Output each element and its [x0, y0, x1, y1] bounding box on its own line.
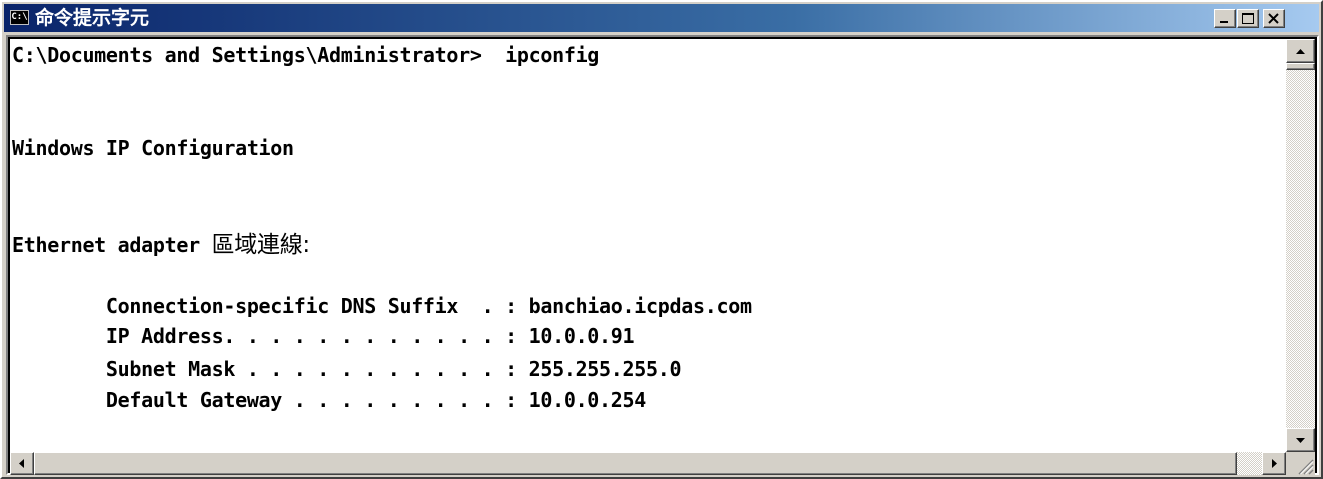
vertical-scrollbar[interactable] — [1286, 39, 1315, 452]
arrow-up-icon — [1296, 49, 1305, 54]
scroll-right-button[interactable] — [1262, 452, 1286, 475]
console-app-icon[interactable]: C:\ — [10, 10, 29, 25]
console-line: Connection-specific DNS Suffix . : banch… — [12, 294, 752, 318]
console-line: Windows IP Configuration — [12, 136, 294, 160]
adapter-label: Ethernet adapter — [12, 233, 212, 257]
console-line: Subnet Mask . . . . . . . . . . . : 255.… — [12, 357, 682, 381]
scroll-left-button[interactable] — [10, 452, 34, 475]
maximize-button[interactable] — [1237, 9, 1259, 28]
title-bar[interactable]: C:\ 命令提示字元 — [4, 4, 1319, 32]
scroll-up-button[interactable] — [1286, 39, 1315, 63]
arrow-right-icon — [1272, 459, 1277, 468]
arrow-down-icon — [1296, 438, 1305, 443]
console-output[interactable]: C:\Documents and Settings\Administrator>… — [10, 39, 1286, 452]
close-button[interactable] — [1263, 9, 1285, 28]
console-line-adapter: Ethernet adapter 區域連線: — [12, 233, 310, 257]
close-icon — [1268, 13, 1279, 24]
minimize-icon — [1220, 21, 1228, 23]
console-line: Default Gateway . . . . . . . . . : 10.0… — [12, 388, 647, 412]
console-line: IP Address. . . . . . . . . . . . : 10.0… — [12, 324, 635, 348]
arrow-left-icon — [19, 459, 24, 468]
adapter-name: 區域連線: — [211, 232, 311, 258]
window-title: 命令提示字元 — [35, 7, 150, 29]
resize-grip-icon — [1298, 459, 1314, 475]
console-client-area: C:\Documents and Settings\Administrator>… — [6, 35, 1319, 475]
horizontal-scrollbar[interactable] — [10, 452, 1286, 475]
console-line: C:\Documents and Settings\Administrator>… — [12, 43, 600, 67]
maximize-icon — [1242, 13, 1254, 24]
horizontal-scroll-thumb[interactable] — [34, 452, 1237, 475]
command-prompt-window: C:\ 命令提示字元 C:\Documents and Settings\Adm… — [0, 0, 1323, 479]
scroll-down-button[interactable] — [1286, 428, 1315, 452]
scroll-thumb[interactable] — [1286, 63, 1315, 70]
minimize-button[interactable] — [1214, 9, 1236, 28]
resize-grip[interactable] — [1286, 452, 1315, 475]
